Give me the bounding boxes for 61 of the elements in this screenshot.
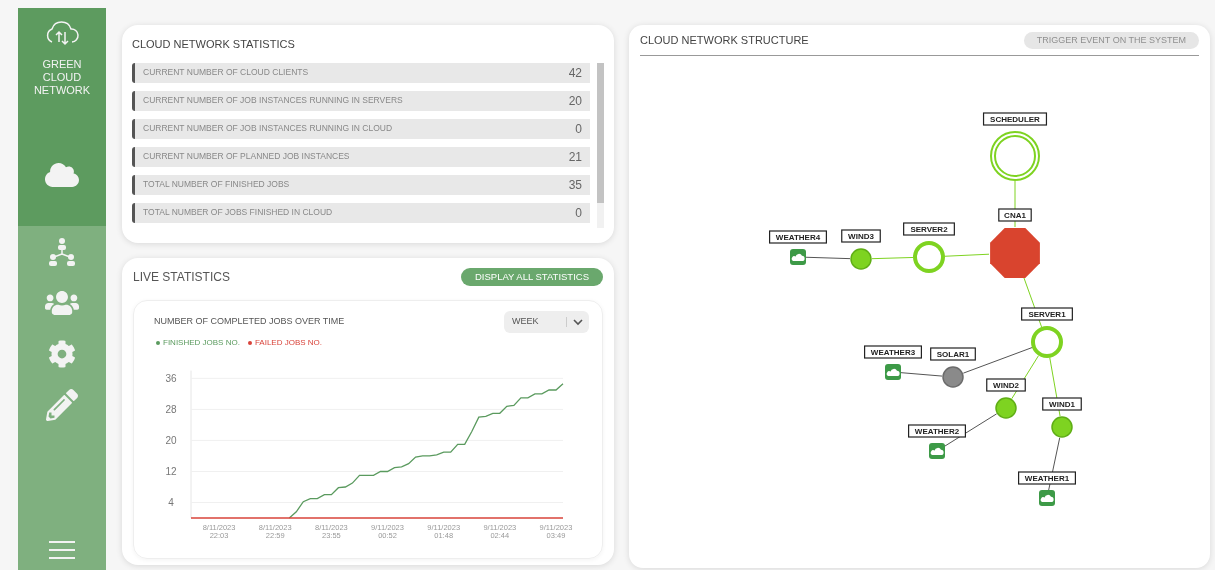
legend-label: FAILED JOBS NO.: [254, 337, 323, 349]
scrollbar[interactable]: [597, 62, 604, 228]
stat-label: CURRENT NUMBER OF PLANNED JOB INSTANCES: [143, 150, 350, 163]
chevron-down-icon: [573, 318, 583, 326]
edge-line: [944, 253, 990, 257]
weather-cloud-icon[interactable]: [1039, 490, 1055, 506]
node-label: WIND3: [841, 229, 881, 243]
y-tick-label: 4: [168, 497, 174, 509]
ring-node[interactable]: [913, 241, 945, 273]
octagon-node[interactable]: [990, 228, 1040, 278]
stat-label: CURRENT NUMBER OF JOB INSTANCES RUNNING IN CLOUD: [143, 122, 393, 135]
stat-value: 21: [568, 148, 582, 166]
menu-icon[interactable]: [49, 540, 75, 560]
weather-cloud-icon[interactable]: [885, 364, 901, 380]
stat-value: 42: [568, 64, 582, 82]
node-label: WEATHER3: [864, 345, 922, 359]
sidebar-item[interactable]: [18, 150, 106, 226]
y-tick-label: 36: [165, 373, 177, 385]
node-label: CNA1: [998, 208, 1032, 222]
y-tick-label: 12: [165, 466, 177, 478]
circle-node[interactable]: [850, 248, 872, 270]
circle-node[interactable]: [942, 366, 964, 388]
stat-value: 0: [575, 204, 582, 222]
circle-node[interactable]: [995, 397, 1017, 419]
stat-label: TOTAL NUMBER OF FINISHED JOBS: [143, 178, 290, 191]
node-label: WEATHER2: [908, 424, 966, 438]
card-title: CLOUD NETWORK STATISTICS: [132, 37, 296, 52]
card-title: LIVE STATISTICS: [133, 269, 230, 286]
y-tick-label: 20: [165, 435, 177, 447]
node-label: WIND1: [1042, 397, 1082, 411]
weather-cloud-icon[interactable]: [929, 443, 945, 459]
legend-label: FINISHED JOBS NO.: [163, 337, 240, 349]
node-label: SERVER1: [1021, 307, 1073, 321]
stat-label: CURRENT NUMBER OF CLOUD CLIENTS: [143, 66, 309, 79]
ring-node[interactable]: [1031, 326, 1063, 358]
logo-text: GREEN CLOUD NETWORK: [32, 58, 92, 97]
node-label: SCHEDULER: [982, 112, 1048, 126]
node-label: WEATHER1: [1018, 471, 1076, 485]
circle-node[interactable]: [1051, 416, 1073, 438]
weather-cloud-icon[interactable]: [790, 249, 806, 265]
edge-line: [900, 372, 943, 377]
double-ring-node[interactable]: [990, 131, 1040, 181]
display-statistics-button[interactable]: DISPLAY ALL STATISTICS: [460, 268, 603, 286]
node-label: WIND2: [986, 378, 1026, 392]
settings-icon: [48, 339, 76, 368]
y-tick-label: 28: [165, 404, 177, 416]
stat-label: TOTAL NUMBER OF JOBS FINISHED IN CLOUD: [143, 206, 333, 219]
node-label: WEATHER4: [769, 230, 827, 244]
card-title: CLOUD NETWORK STRUCTURE: [640, 33, 809, 49]
node-label: SERVER2: [903, 222, 955, 236]
stat-value: 0: [575, 120, 582, 138]
node-label: SOLAR1: [930, 347, 976, 361]
people-network-icon: [47, 236, 77, 267]
stat-value: 20: [568, 92, 582, 110]
stat-label: CURRENT NUMBER OF JOB INSTANCES RUNNING IN SERVERS: [143, 94, 403, 107]
chart-title: NUMBER OF COMPLETED JOBS OVER TIME: [154, 315, 345, 329]
edge-line: [805, 256, 851, 260]
edge-line: [871, 256, 914, 260]
period-select[interactable]: WEEK: [504, 311, 589, 333]
stat-value: 35: [568, 176, 582, 194]
pen-icon: [46, 388, 78, 421]
